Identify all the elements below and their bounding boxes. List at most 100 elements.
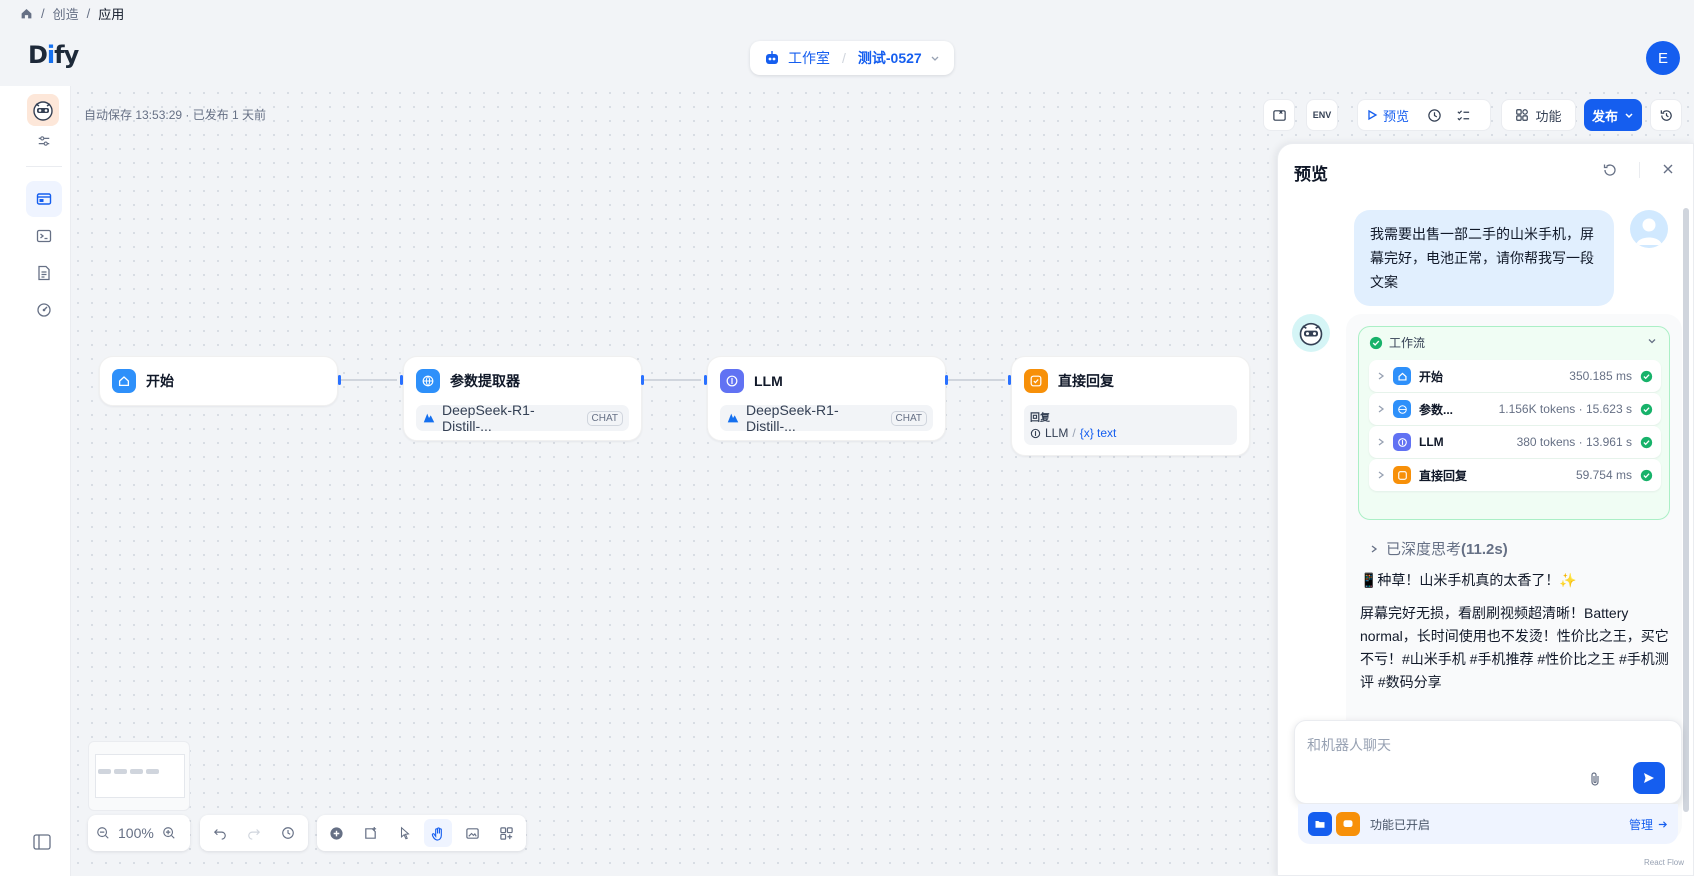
model-selector[interactable]: DeepSeek-R1-Distill-... CHAT [720,402,933,434]
pill-sep: / [842,50,846,66]
manage-features-link[interactable]: 管理 [1629,816,1668,833]
breadcrumb: / 创造 / 应用 [20,4,124,22]
model-mode-chip: CHAT [586,410,623,426]
node-parameter-extractor[interactable]: 参数提取器 DeepSeek-R1-Distill-... CHAT [403,356,642,441]
node-direct-reply[interactable]: 直接回复 回复 LLM / {x} text [1011,356,1250,456]
publish-button[interactable]: 发布 [1584,99,1642,131]
preview-button[interactable]: 预览 [1366,106,1409,125]
zoom-out-icon[interactable] [92,819,114,847]
workflow-step[interactable]: LLM 380 tokens · 13.961 s [1369,426,1661,458]
undo-icon[interactable] [206,819,234,847]
breadcrumb-create[interactable]: 创造 [53,4,79,23]
node-start[interactable]: 开始 [99,356,338,406]
features-label: 功能 [1535,108,1562,124]
node-handle[interactable] [704,375,707,385]
chevron-right-icon [1378,471,1385,479]
app-switcher[interactable]: 工作室 / 测试-0527 [750,41,954,75]
pointer-icon[interactable] [391,819,419,847]
send-icon [1644,773,1654,783]
app-name[interactable]: 测试-0527 [858,48,922,68]
step-meta: 1.156K tokens · 15.623 s [1498,402,1632,416]
studio-link[interactable]: 工作室 [788,48,830,68]
checklist-icon[interactable] [1263,99,1295,131]
step-meta: 350.185 ms [1569,369,1632,383]
node-handle[interactable] [338,375,341,385]
autosave-status: 自动保存 13:53:29 · 已发布 1 天前 [84,108,267,122]
sidebar-divider [26,166,62,167]
features-button[interactable]: 功能 [1501,99,1576,131]
node-handle[interactable] [1008,375,1011,385]
settings-sliders-icon[interactable] [26,128,62,154]
file-upload-icon [1308,812,1332,836]
chat-scrollbar[interactable] [1683,208,1689,812]
minimap[interactable] [88,741,190,811]
orchestrate-icon[interactable] [26,181,62,217]
minimap-node [114,769,127,774]
preview-panel: 预览 我需要出售一部二手的山米手机，屏幕完好，电池正常，请你帮我写一段文案 工作… [1277,143,1694,876]
app-sidebar [0,86,71,876]
node-handle[interactable] [945,375,948,385]
add-note-icon[interactable] [357,819,385,847]
chevron-down-icon[interactable] [1647,336,1657,346]
close-icon[interactable] [1661,162,1675,176]
reply-content: 回复 LLM / {x} text [1024,405,1237,445]
bot-avatar-icon [1292,314,1330,352]
model-provider-icon [726,411,740,425]
node-handle[interactable] [400,375,403,385]
reply-sep: / [1072,426,1076,440]
restart-icon[interactable] [1602,162,1618,178]
deep-thinking-toggle[interactable]: 已深度思考(11.2s) [1370,538,1508,559]
brain-icon [1393,433,1411,451]
hand-icon[interactable] [424,819,453,847]
history-icon[interactable] [274,819,302,847]
add-node-icon[interactable] [323,819,351,847]
workflow-step[interactable]: 开始 350.185 ms [1369,360,1661,392]
monitoring-icon[interactable] [26,292,62,328]
workflow-trace[interactable]: 工作流 开始 350.185 ms 参数... 1.156K tokens · … [1358,326,1670,520]
manage-label: 管理 [1628,817,1653,832]
app-avatar-icon[interactable] [27,94,59,126]
preview-label: 预览 [1383,108,1410,124]
arrow-right-icon [1658,820,1668,828]
checklist-list-icon[interactable] [1456,108,1471,123]
reply-icon [1024,369,1048,393]
node-handle[interactable] [641,375,644,385]
answer-line: 屏幕完好无损，看剧刷视频超清晰！Battery normal，长时间使用也不发烫… [1360,605,1669,690]
workflow-label: 工作流 [1389,336,1426,350]
organize-blocks-icon[interactable] [492,819,520,847]
attachment-icon[interactable] [1587,771,1603,787]
zoom-level[interactable]: 100% [118,825,154,841]
check-circle-icon [1640,469,1653,481]
env-icon[interactable]: ENV [1306,99,1338,131]
node-llm[interactable]: LLM DeepSeek-R1-Distill-... CHAT [707,356,946,441]
globe-icon [1393,400,1411,418]
edge-llm-to-reply [944,379,1005,381]
zoom-in-icon[interactable] [158,819,180,847]
step-name: LLM [1419,435,1444,449]
minimap-node [130,769,143,774]
features-status: 功能已开启 [1370,817,1431,832]
version-history-icon[interactable] [1650,99,1682,131]
send-button[interactable] [1633,762,1665,794]
globe-icon [416,369,440,393]
chat-input[interactable]: 和机器人聊天 [1294,720,1682,804]
step-name: 参数... [1419,402,1454,417]
reply-label: 回复 [1030,413,1050,424]
user-avatar-icon [1630,210,1668,248]
redo-icon[interactable] [240,819,268,847]
react-flow-credit: React Flow [1644,858,1685,867]
workflow-step[interactable]: 直接回复 59.754 ms [1369,459,1661,491]
export-image-icon[interactable] [458,819,486,847]
run-history-icon[interactable] [1427,108,1442,123]
sidebar-toggle-icon[interactable] [33,834,51,850]
thinking-label: 已深度思考 [1386,541,1462,558]
model-provider-icon [422,411,436,425]
model-selector[interactable]: DeepSeek-R1-Distill-... CHAT [416,402,629,434]
terminal-icon[interactable] [26,218,62,254]
model-name: DeepSeek-R1-Distill-... [746,402,839,434]
home-icon[interactable] [20,7,33,20]
dify-logo[interactable]: Dify [28,41,79,69]
logs-icon[interactable] [26,255,62,291]
workflow-step[interactable]: 参数... 1.156K tokens · 15.623 s [1369,393,1661,425]
user-avatar[interactable]: E [1646,41,1680,75]
